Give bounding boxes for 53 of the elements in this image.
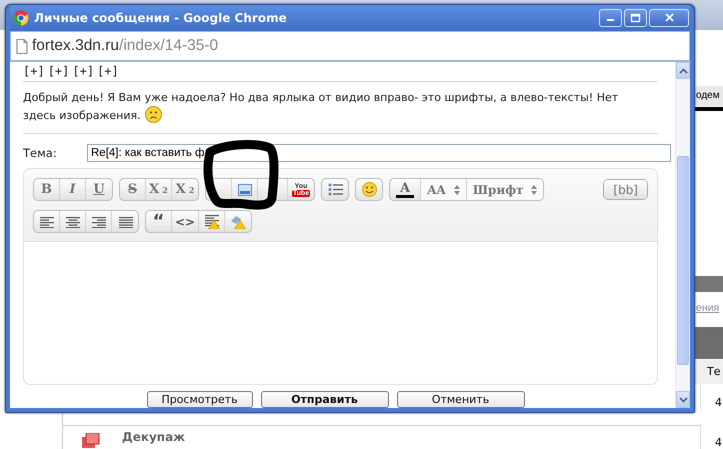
spinner-icon — [454, 184, 460, 194]
align-center-icon — [65, 216, 80, 228]
sad-face-icon — [144, 106, 162, 123]
toolbar-button[interactable]: “ — [146, 211, 172, 232]
align-left-icon — [39, 216, 54, 228]
table-cell: 4 — [700, 424, 723, 449]
scrollbar-thumb[interactable] — [677, 156, 689, 365]
warning-list-icon — [204, 214, 220, 229]
dropdown-select[interactable]: Шрифт — [466, 179, 544, 200]
bbcode-button[interactable]: [bb] — [603, 179, 648, 200]
form-button[interactable]: Отправить — [260, 391, 388, 408]
page-link[interactable]: ения — [696, 302, 720, 314]
scroll-up-icon — [678, 68, 688, 74]
section-bar — [695, 327, 723, 359]
dropdown-select[interactable]: AA — [421, 179, 467, 200]
message-text: Добрый день! Я Вам уже надоела? Но два ярлыка от видио вправо- это шрифты, а влево-тексты! Нет здесь изображения. — [23, 91, 618, 122]
folder-icon — [82, 433, 100, 449]
align-right-icon — [91, 216, 106, 228]
browser-logo-icon — [13, 10, 29, 26]
smiley-icon — [362, 182, 376, 197]
expand-link[interactable]: [+] — [23, 64, 45, 78]
page-icon — [16, 38, 28, 54]
menu-tab[interactable]: одем — [695, 86, 723, 106]
scroll-down-icon — [678, 396, 688, 402]
maximize-icon — [630, 13, 641, 23]
spinner-icon — [531, 184, 538, 194]
expand-link[interactable]: [+] — [48, 64, 70, 78]
form-button[interactable]: Отменить — [396, 391, 524, 408]
expand-link[interactable]: [+] — [97, 64, 119, 78]
bold-button[interactable]: B — [34, 179, 60, 200]
column-header: Те — [695, 360, 723, 384]
table-cell: 4 — [700, 384, 723, 409]
close-button[interactable] — [649, 9, 689, 27]
section-bar — [695, 276, 723, 292]
picture-frame-icon — [238, 184, 252, 196]
expand-link[interactable]: [+] — [72, 64, 94, 78]
subject-label: Тема: — [23, 146, 58, 160]
toolbar-button[interactable]: <> — [172, 211, 200, 232]
url-text: fortex.3dn.ru/index/14-35-0 — [32, 37, 218, 55]
bullet-list-icon — [328, 183, 342, 196]
minimize-button[interactable] — [599, 9, 622, 27]
window-title: Личные сообщения - Google Chrome — [34, 11, 288, 25]
warning-eraser-icon — [230, 214, 246, 229]
subject-field[interactable]: Re[4]: как вставить ф — [87, 144, 671, 162]
italic-button[interactable]: I — [60, 179, 86, 200]
justify-icon — [118, 216, 132, 228]
close-icon — [664, 13, 674, 23]
topic-title[interactable]: Декупаж — [122, 430, 186, 444]
strikethrough-button[interactable]: S — [120, 179, 146, 200]
address-bar[interactable]: fortex.3dn.ru/index/14-35-0 — [10, 31, 690, 61]
maximize-button[interactable] — [624, 9, 647, 27]
underline-button[interactable]: U — [86, 179, 112, 200]
form-button[interactable]: Просмотреть — [146, 391, 252, 408]
